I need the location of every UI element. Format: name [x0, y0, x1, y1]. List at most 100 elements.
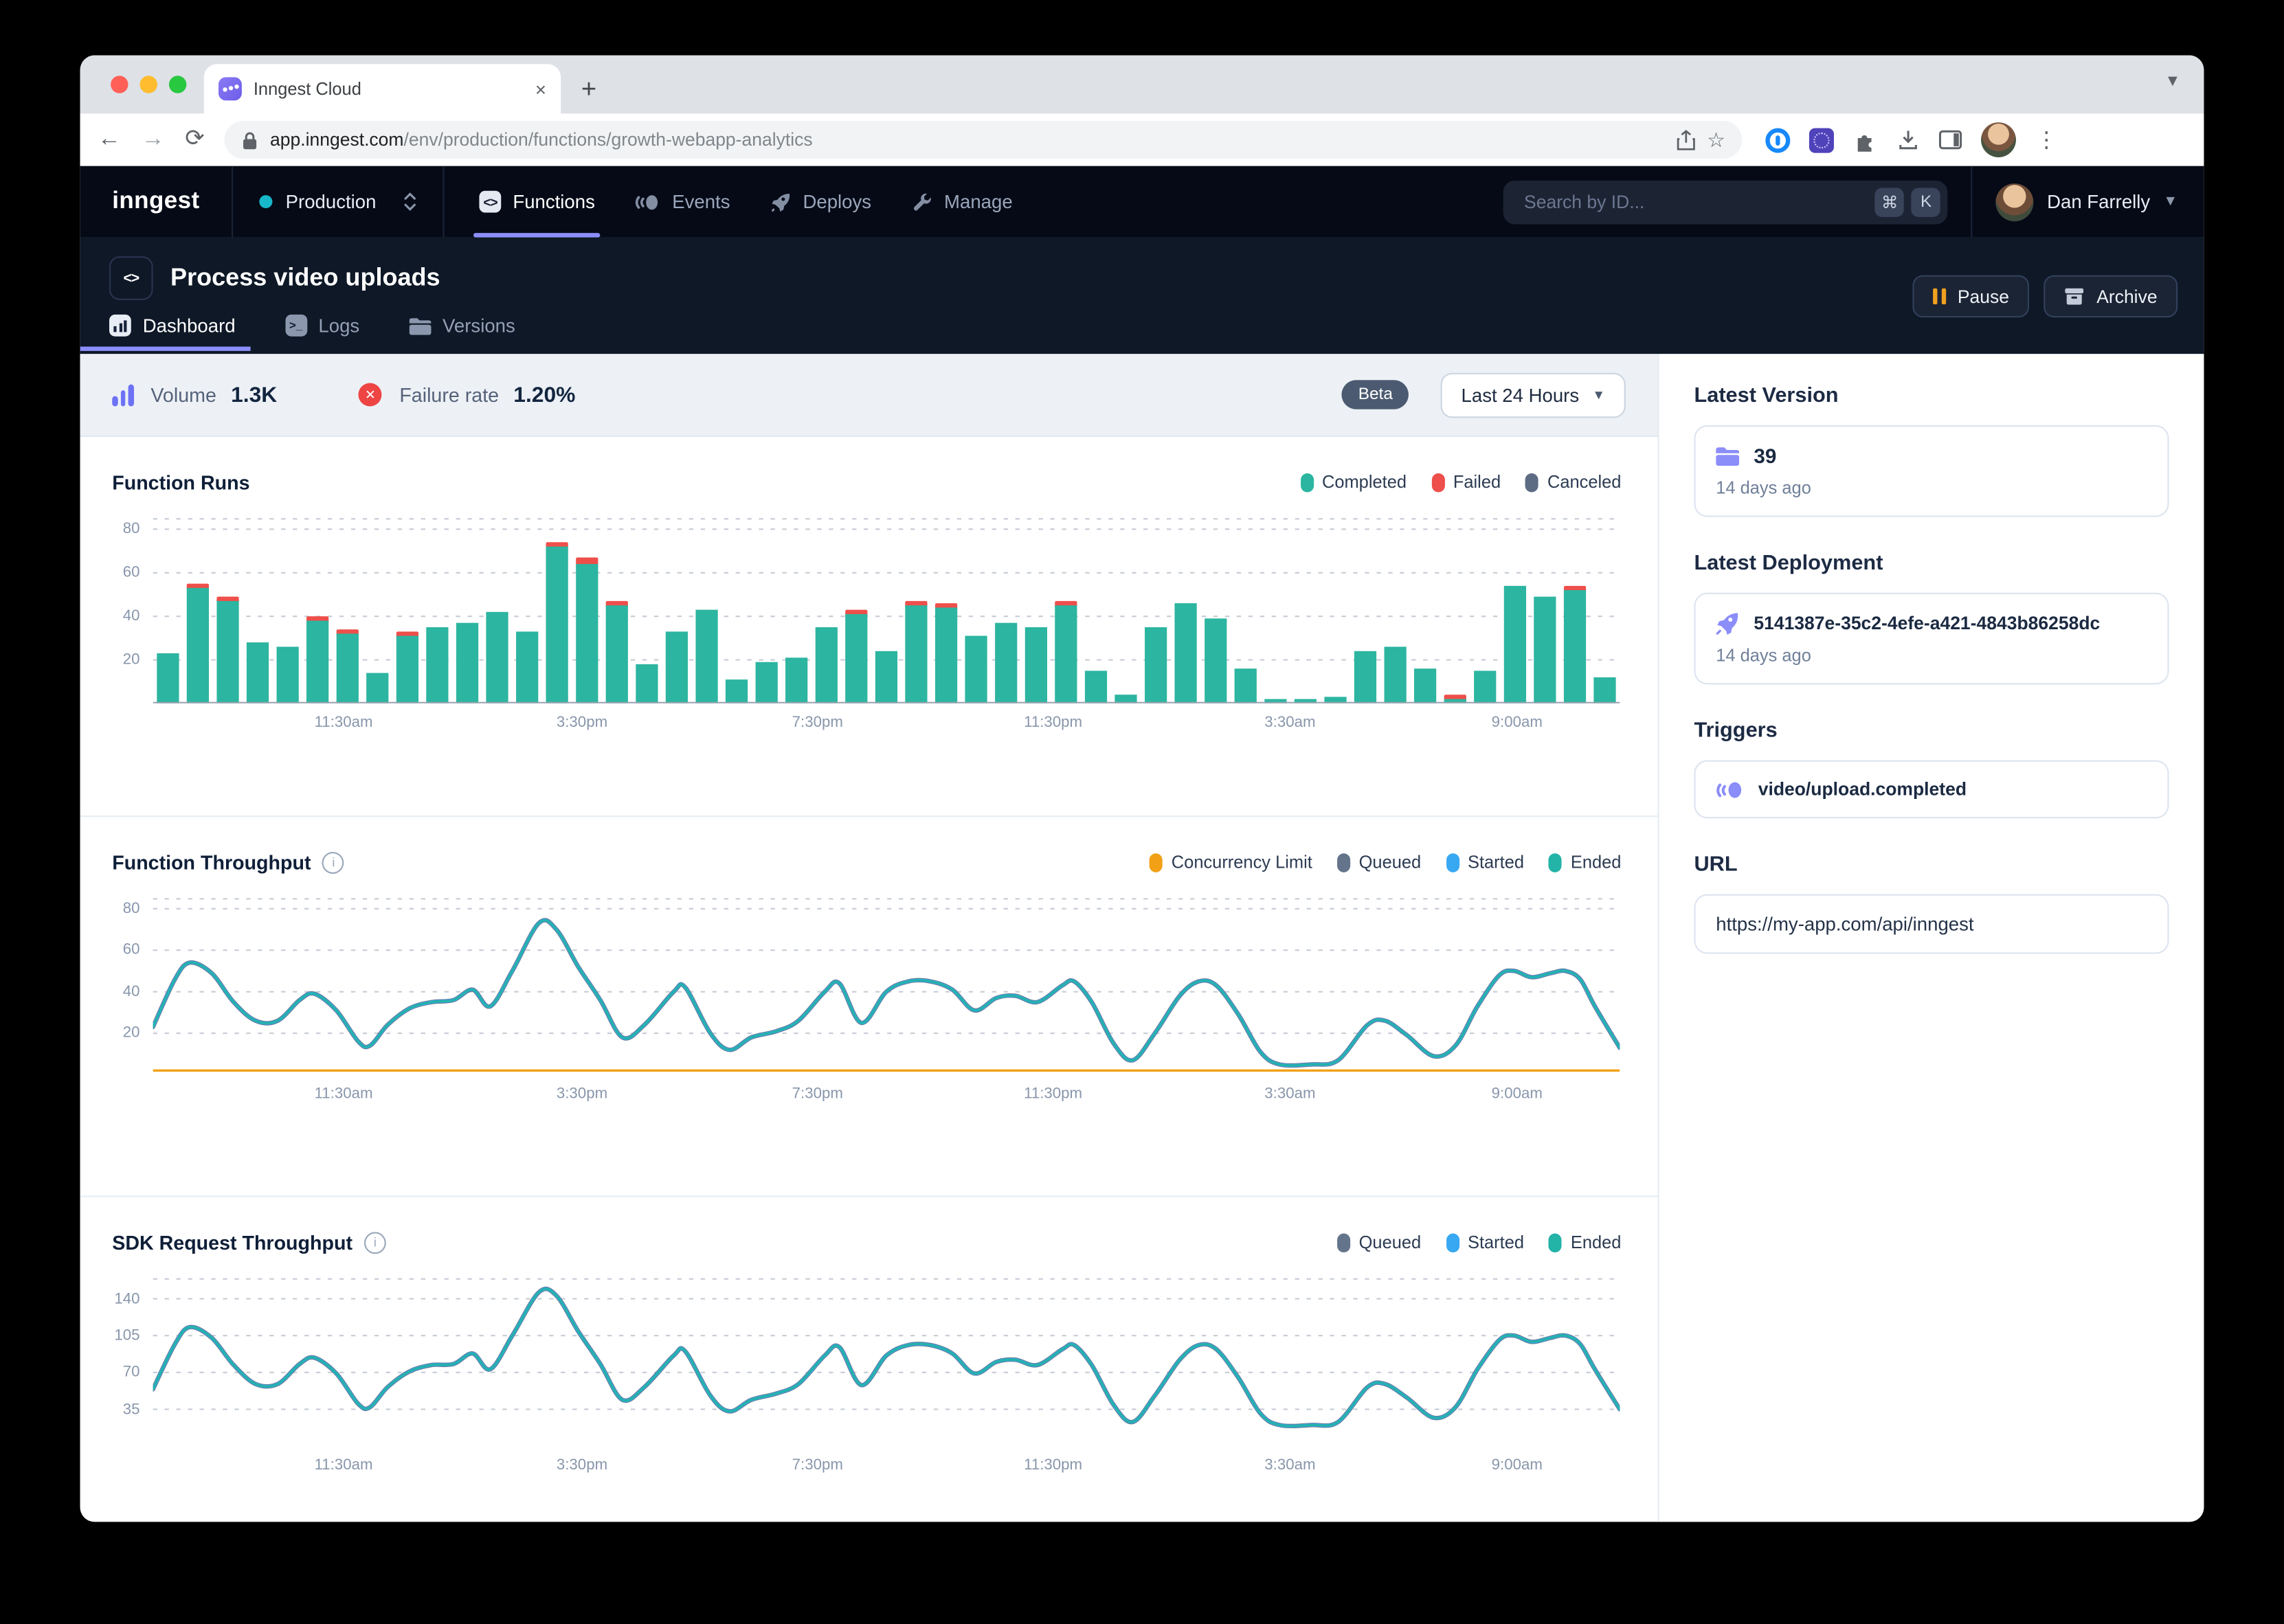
- legend-item: Concurrency Limit: [1150, 852, 1312, 872]
- function-type-icon: <>: [109, 256, 153, 300]
- failure-value: 1.20%: [513, 382, 575, 407]
- browser-window: Inngest Cloud × + ▼ ← → ⟳ app.inngest.co…: [80, 56, 2204, 1522]
- volume-value: 1.3K: [231, 382, 277, 407]
- pause-icon: [1934, 289, 1946, 304]
- time-range-label: Last 24 Hours: [1462, 384, 1580, 406]
- inngest-favicon-icon: [219, 77, 242, 100]
- address-bar[interactable]: app.inngest.com/env/production/functions…: [225, 121, 1743, 159]
- legend-item: Started: [1446, 852, 1524, 872]
- legend-item: Failed: [1431, 472, 1501, 493]
- nav-item-functions[interactable]: <> Functions: [459, 166, 616, 238]
- line-chart[interactable]: [153, 897, 1622, 1075]
- y-axis-labels: 3570105140: [112, 1277, 147, 1446]
- legend-dot-icon: [1150, 853, 1163, 872]
- time-range-selector[interactable]: Last 24 Hours ▼: [1441, 372, 1626, 418]
- search-box[interactable]: ⌘ K: [1503, 180, 1948, 224]
- events-icon: [636, 193, 660, 210]
- inngest-logo[interactable]: inngest: [80, 166, 232, 238]
- primary-nav: <> Functions Events Deploys Manage: [459, 166, 1033, 238]
- close-tab-icon[interactable]: ×: [535, 78, 546, 100]
- failure-label: Failure rate: [399, 384, 499, 406]
- pause-button[interactable]: Pause: [1913, 275, 2029, 317]
- functions-icon: <>: [480, 191, 502, 213]
- tab-title: Inngest Cloud: [254, 78, 524, 99]
- legend-item: Queued: [1337, 852, 1421, 872]
- dashboard-main: Volume 1.3K ✕ Failure rate 1.20% Beta La…: [80, 354, 1659, 1522]
- close-window-button[interactable]: [111, 76, 128, 93]
- user-menu[interactable]: Dan Farrelly ▼: [1973, 166, 2204, 238]
- pause-label: Pause: [1958, 286, 2009, 307]
- puzzle-extensions-icon[interactable]: [1853, 127, 1878, 152]
- nav-item-events[interactable]: Events: [616, 166, 751, 238]
- tab-logs[interactable]: >_ Logs: [285, 315, 366, 351]
- nav-label: Functions: [513, 191, 595, 213]
- zoom-window-button[interactable]: [169, 76, 186, 93]
- tab-label: Versions: [443, 315, 515, 337]
- latest-version-heading: Latest Version: [1694, 385, 2169, 408]
- tab-dashboard[interactable]: Dashboard: [109, 315, 241, 351]
- legend-dot-icon: [1300, 473, 1313, 492]
- password-manager-icon[interactable]: [1766, 127, 1791, 152]
- cmd-key: ⌘: [1875, 187, 1904, 216]
- triggers-heading: Triggers: [1694, 719, 2169, 743]
- sdk-throughput-section: SDK Request Throughputi QueuedStartedEnd…: [80, 1195, 1658, 1522]
- nav-item-manage[interactable]: Manage: [892, 166, 1033, 238]
- archive-icon: [2065, 287, 2085, 306]
- window-controls: [111, 76, 186, 93]
- x-axis-labels: 11:30am3:30pm7:30pm11:30pm3:30am9:00am: [194, 1446, 1622, 1481]
- side-panel-icon[interactable]: [1939, 130, 1962, 150]
- url-value[interactable]: https://my-app.com/api/inngest: [1716, 913, 1973, 935]
- browser-tab[interactable]: Inngest Cloud ×: [204, 64, 561, 113]
- back-icon[interactable]: ←: [98, 128, 121, 152]
- download-icon[interactable]: [1897, 128, 1921, 152]
- tab-list-chevron-icon[interactable]: ▼: [2164, 73, 2180, 90]
- chart-legend: Concurrency LimitQueuedStartedEnded: [1150, 852, 1621, 872]
- legend-item: Canceled: [1525, 472, 1621, 493]
- y-axis-labels: 20406080: [112, 897, 147, 1075]
- info-icon[interactable]: i: [364, 1231, 386, 1253]
- legend-dot-icon: [1446, 853, 1459, 872]
- browser-toolbar: ← → ⟳ app.inngest.com/env/production/fun…: [80, 113, 2204, 166]
- tab-versions[interactable]: Versions: [409, 315, 521, 351]
- reload-icon[interactable]: ⟳: [185, 128, 204, 152]
- browser-tab-strip: Inngest Cloud × + ▼: [80, 56, 2204, 114]
- bar-chart[interactable]: [153, 517, 1622, 703]
- legend-item: Completed: [1300, 472, 1407, 493]
- chart-legend: QueuedStartedEnded: [1337, 1232, 1622, 1252]
- browser-profile-avatar[interactable]: [1982, 122, 2017, 157]
- nav-label: Events: [672, 191, 730, 213]
- archive-label: Archive: [2096, 286, 2157, 307]
- share-icon[interactable]: [1677, 129, 1696, 151]
- beta-badge: Beta: [1342, 380, 1409, 409]
- minimize-window-button[interactable]: [140, 76, 157, 93]
- divider: [443, 166, 445, 238]
- nav-item-deploys[interactable]: Deploys: [750, 166, 892, 238]
- latest-deployment-value[interactable]: 5141387e-35c2-4efe-a421-4843b86258dc: [1754, 613, 2100, 633]
- bookmark-star-icon[interactable]: ☆: [1707, 127, 1725, 152]
- legend-dot-icon: [1446, 1232, 1459, 1252]
- kebab-menu-icon[interactable]: ⋮: [2035, 129, 2057, 151]
- trigger-card: video/upload.completed: [1694, 760, 2169, 819]
- extension-icon[interactable]: [1810, 127, 1835, 152]
- line-chart[interactable]: [153, 1277, 1622, 1446]
- page-title: Process video uploads: [170, 264, 440, 293]
- chevron-down-icon: ▼: [2163, 194, 2177, 210]
- trigger-value[interactable]: video/upload.completed: [1758, 779, 1967, 800]
- terminal-icon: >_: [285, 315, 307, 337]
- wrench-icon: [912, 192, 932, 212]
- search-input[interactable]: [1521, 190, 1868, 214]
- new-tab-button[interactable]: +: [581, 74, 596, 105]
- chart-title: Function Throughputi: [112, 851, 344, 873]
- nav-label: Manage: [944, 191, 1013, 213]
- nav-label: Deploys: [803, 191, 871, 213]
- environment-selector[interactable]: Production: [233, 166, 443, 238]
- archive-button[interactable]: Archive: [2044, 275, 2177, 317]
- forward-icon[interactable]: →: [142, 128, 165, 152]
- latest-deployment-card: 5141387e-35c2-4efe-a421-4843b86258dc 14 …: [1694, 593, 2169, 685]
- lock-icon: [243, 131, 258, 150]
- info-icon[interactable]: i: [322, 851, 344, 873]
- volume-icon: [112, 384, 133, 406]
- env-label: Production: [286, 191, 391, 213]
- legend-dot-icon: [1431, 473, 1444, 492]
- user-avatar: [1996, 183, 2034, 221]
